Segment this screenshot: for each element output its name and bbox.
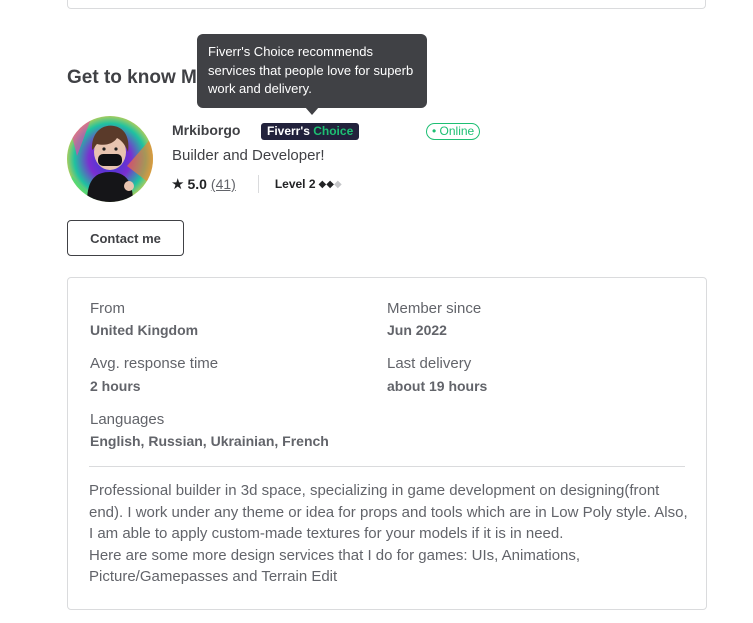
fiverrs-choice-badge[interactable]: Fiverr's Choice [261,123,359,140]
rating-score: 5.0 [187,176,206,192]
info-divider [89,466,685,467]
from-label: From [90,300,125,317]
avatar[interactable] [67,116,153,202]
member-since-value: Jun 2022 [387,322,447,338]
avatar-image [67,116,153,202]
badge-label-choice: Choice [313,124,353,138]
description-paragraph: Here are some more design services that … [89,545,689,588]
seller-info-card: From United Kingdom Member since Jun 202… [67,277,707,610]
seller-level: Level 2 [275,177,316,191]
level-diamond-icon: ◆ [326,179,334,190]
from-value: United Kingdom [90,322,198,338]
level-diamond-empty-icon: ◆ [334,179,342,190]
contact-me-button[interactable]: Contact me [67,220,184,256]
languages-label: Languages [90,411,164,428]
level-diamond-icon: ◆ [319,179,327,190]
seller-description: Professional builder in 3d space, specia… [89,480,689,588]
seller-tagline: Builder and Developer! [172,147,325,164]
badge-label-fiverrs: Fiverr's [267,124,310,138]
fiverrs-choice-tooltip: Fiverr's Choice recommends services that… [197,34,427,108]
description-paragraph: Professional builder in 3d space, specia… [89,480,689,545]
last-delivery-label: Last delivery [387,355,471,372]
member-since-label: Member since [387,300,481,317]
star-icon: ★ [171,175,184,193]
avg-response-label: Avg. response time [90,355,218,372]
avg-response-value: 2 hours [90,378,141,394]
languages-value: English, Russian, Ukrainian, French [90,433,329,449]
online-status-badge: • Online [426,123,480,140]
rating-row: ★ 5.0 (41) Level 2 ◆ ◆ ◆ [171,174,342,194]
tooltip-arrow [305,107,319,115]
last-delivery-value: about 19 hours [387,378,487,394]
reviews-count-link[interactable]: (41) [211,176,236,192]
seller-username[interactable]: Mrkiborgo [172,122,240,138]
previous-section-box [67,0,706,9]
rating-divider [258,175,259,193]
